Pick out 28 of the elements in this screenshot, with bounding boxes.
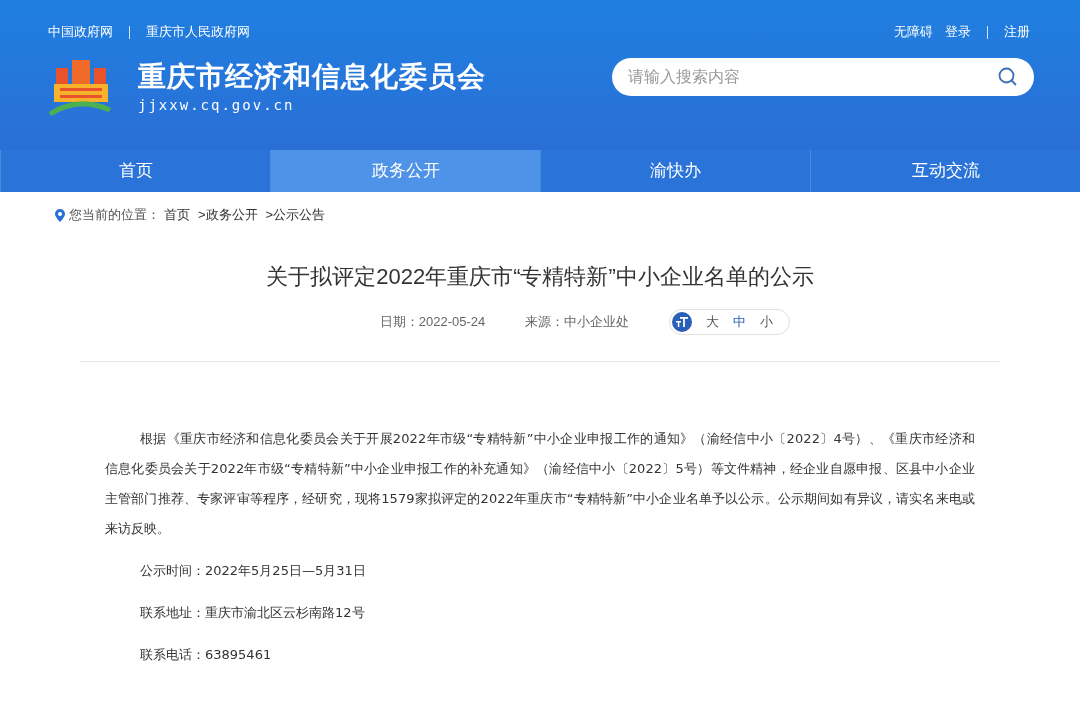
article-date: 日期：2022-05-24 (379, 313, 486, 332)
register-link[interactable]: 注册 (1004, 22, 1030, 42)
accessibility-link[interactable]: 无障碍 (894, 22, 933, 42)
article-source: 来源：中小企业处 (525, 313, 630, 332)
search-field[interactable]: 请输入搜索内容 (612, 58, 1034, 96)
login-link[interactable]: 登录 (945, 22, 971, 42)
article-paragraph: 根据《重庆市经济和信息化委员会关于开展2022年市级“专精特新”中小企业申报工作的通知》（渝经信中小〔2022〕4号）、《重庆市经济和信息化委员会关于2022年市级“专精特新”中小企业申报工作的补充通知》（渝经信中小〔2022〕5号）等文件精神，经企业自愿申报、区县中小企业主管部门推荐、专家评审等程序，经研究，现将1579家拟评定的2022年重庆市“专精特新”中小企业名单予以公示。公示期间如有异议，请实名来电或来访反映。 (105, 430, 975, 538)
breadcrumb-link[interactable]: >公示公告 (265, 205, 326, 225)
breadcrumb-label: 您当前的位置： (69, 206, 160, 225)
site-domain: jjxxw.cq.gov.cn (138, 95, 296, 115)
nav-tab[interactable]: 渝快办 (540, 150, 810, 192)
font-size-icon (672, 312, 693, 332)
article-title: 关于拟评定2022年重庆市“专精特新”中小企业名单的公示 (265, 263, 815, 291)
top-link[interactable]: 重庆市人民政府网 (146, 22, 250, 42)
location-pin-icon (55, 208, 65, 222)
breadcrumb-link[interactable]: >政务公开 (198, 205, 258, 225)
search-icon[interactable] (998, 67, 1018, 87)
breadcrumb-link[interactable]: 首页 (164, 205, 190, 225)
top-link[interactable]: 中国政府网 (48, 22, 113, 42)
nav-tab[interactable]: 互动交流 (810, 150, 1080, 192)
article-detail: 公示时间：2022年5月25日—5月31日 (139, 562, 367, 580)
article-detail: 联系电话：63895461 (139, 646, 273, 664)
article-detail: 联系地址：重庆市渝北区云杉南路12号 (139, 604, 366, 622)
font-size-option[interactable]: 小 (760, 312, 774, 332)
site-name: 重庆市经济和信息化委员会 (138, 59, 486, 94)
nav-tab[interactable]: 政务公开 (270, 150, 540, 192)
font-size-option[interactable]: 大 (706, 312, 720, 332)
font-size-option[interactable]: 中 (733, 312, 747, 332)
